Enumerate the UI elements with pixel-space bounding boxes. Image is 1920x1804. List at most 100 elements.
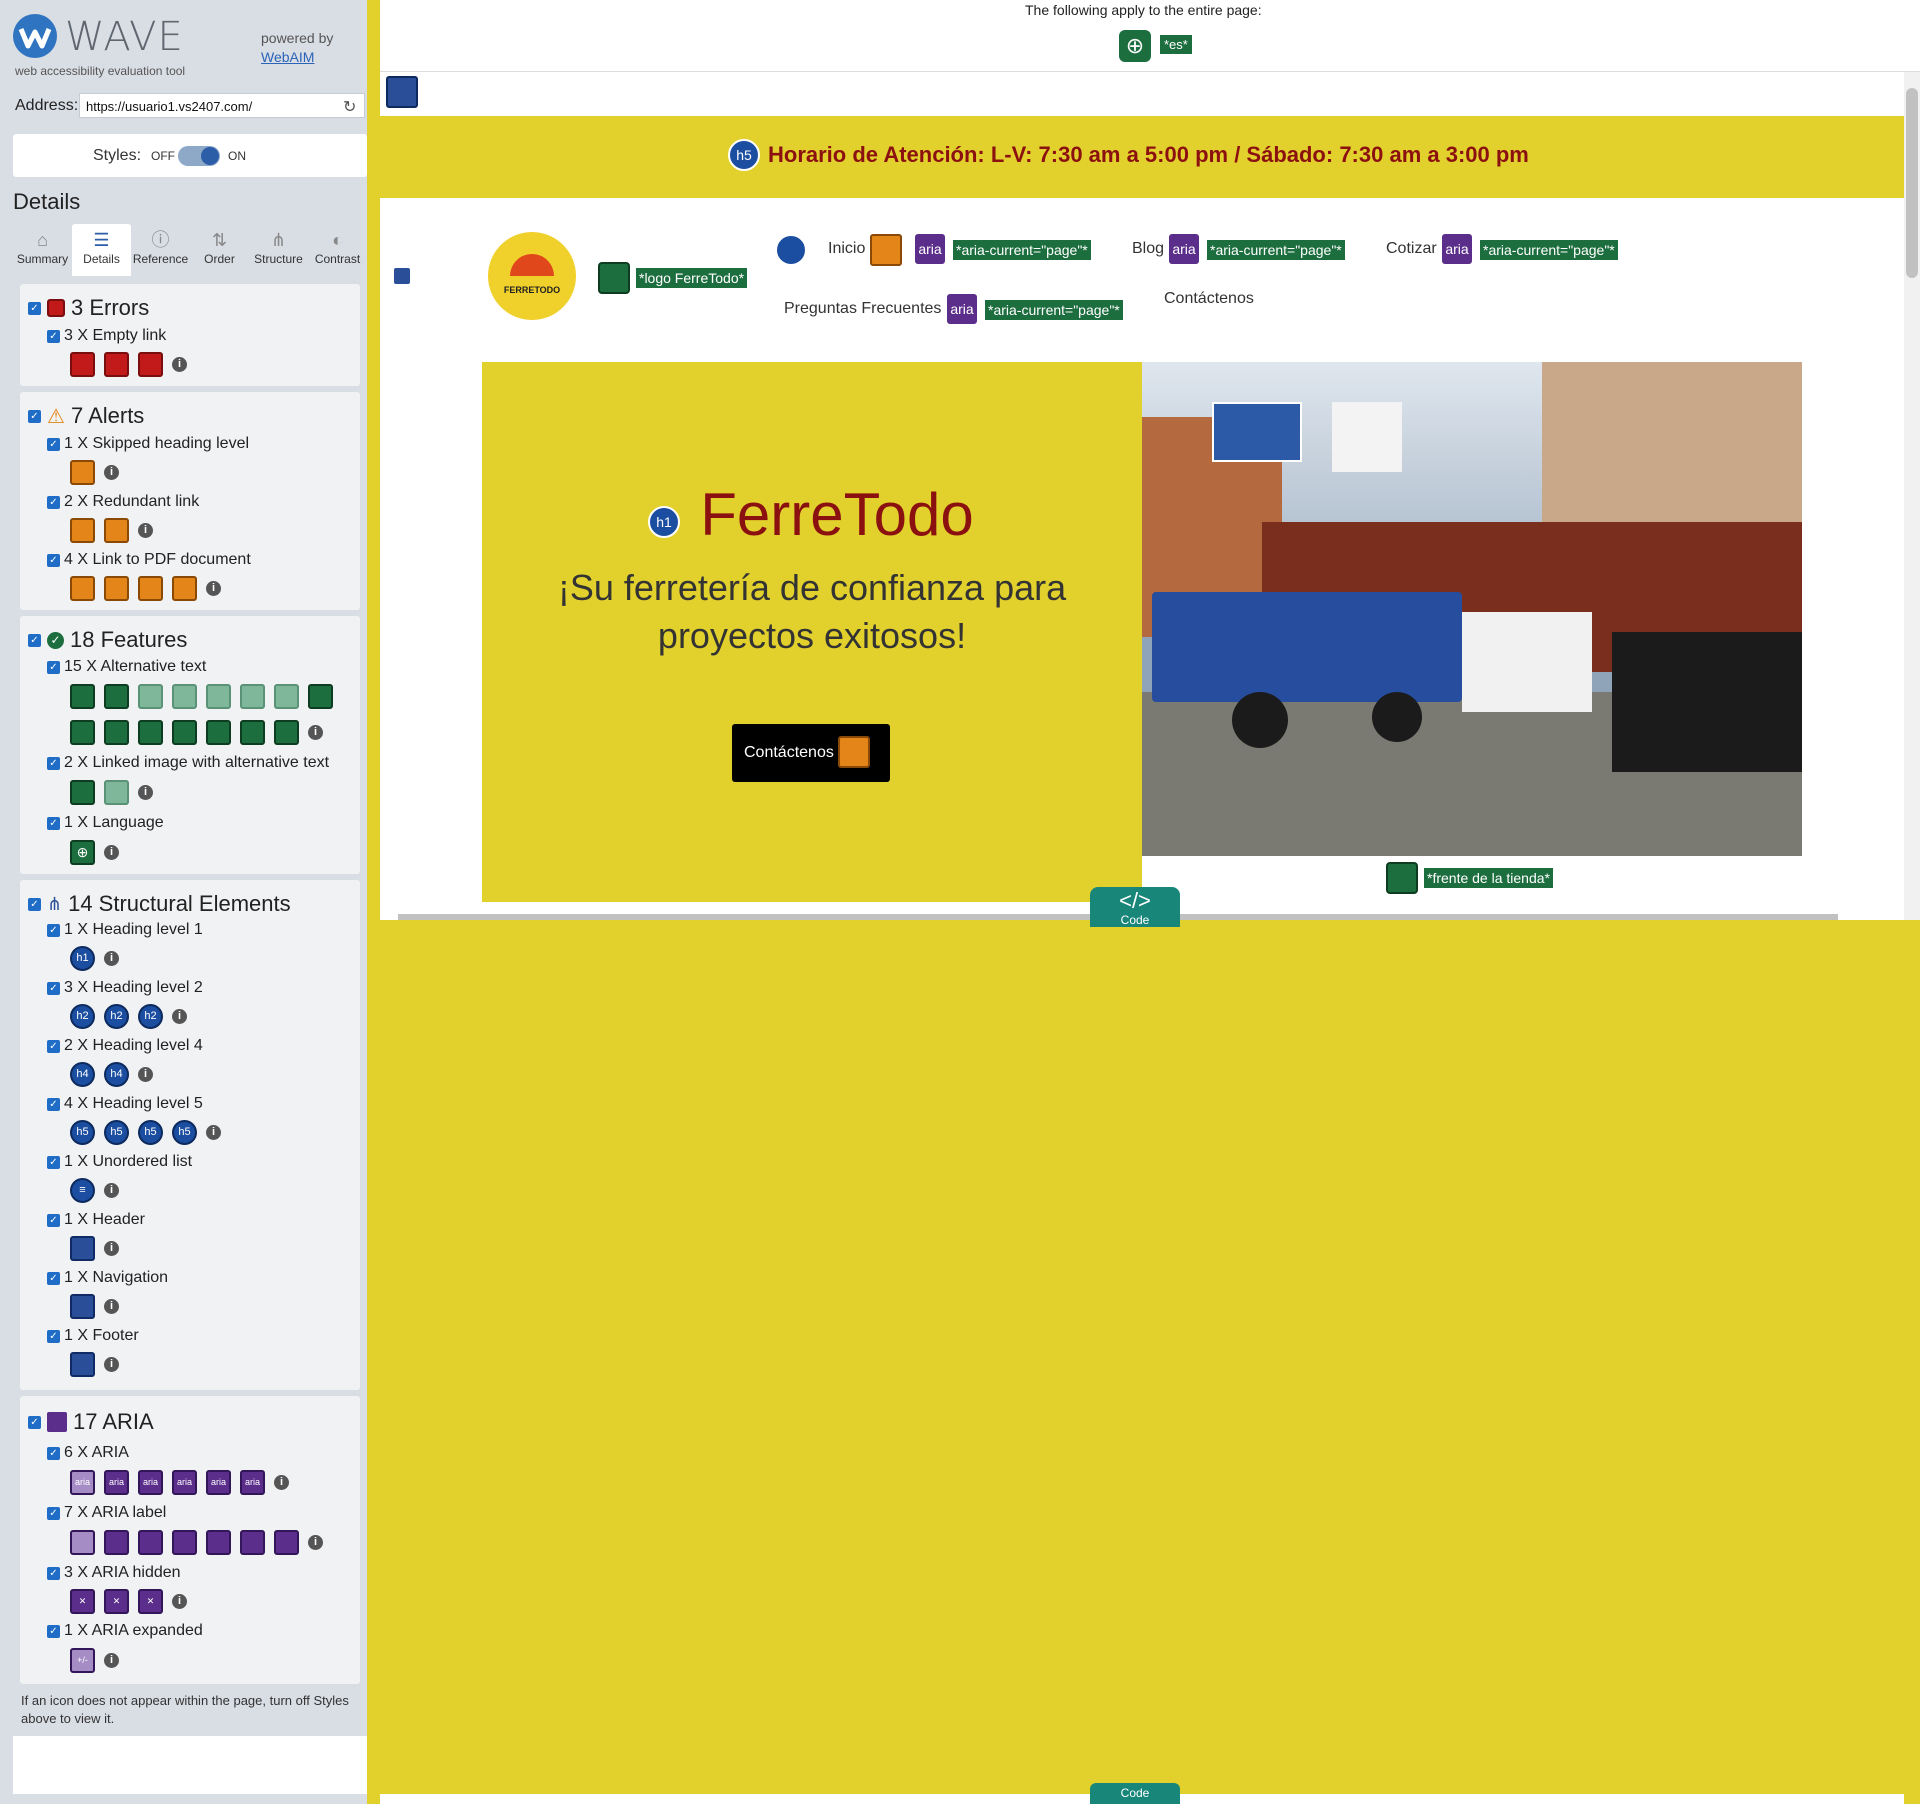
aria-icon[interactable]: aria [947,294,977,324]
aria-icon[interactable]: aria [104,1470,129,1495]
alt-text-icon[interactable] [138,684,163,709]
alt-text-icon[interactable] [104,684,129,709]
info-icon[interactable]: i [104,1183,119,1198]
nav-preguntas[interactable]: Preguntas Frecuentes [784,300,941,318]
pdf-link-icon[interactable] [70,576,95,601]
h4-checkbox[interactable]: ✓ [47,1039,60,1053]
heading-4-icon[interactable]: h4 [70,1062,95,1087]
heading-2-icon[interactable]: h2 [104,1004,129,1029]
aria-hidden-row[interactable]: ✓ 3 X ARIA hidden [47,1564,181,1582]
footer-checkbox[interactable]: ✓ [47,1329,60,1343]
pdf-link-icon[interactable] [138,576,163,601]
navigation-icon[interactable] [70,1294,95,1319]
linked-image-icon[interactable] [104,780,129,805]
structure-category[interactable]: ✓ ⋔ 14 Structural Elements [28,891,291,917]
site-logo[interactable]: FERRETODO [488,232,576,320]
header-icon[interactable] [70,1236,95,1261]
alt-text-icon[interactable] [70,720,95,745]
info-icon[interactable]: i [104,1299,119,1314]
tab-reference[interactable]: ⓘ Reference [131,224,190,276]
h1-row[interactable]: ✓ 1 X Heading level 1 [47,921,203,939]
header-row[interactable]: ✓ 1 X Header [47,1211,145,1229]
aria-label-icon[interactable] [274,1530,299,1555]
skipped-heading-checkbox[interactable]: ✓ [47,437,60,451]
errors-checkbox[interactable]: ✓ [28,301,41,315]
aria-row[interactable]: ✓ 6 X ARIA [47,1444,129,1462]
scrollbar-thumb[interactable] [1906,88,1918,278]
alt-text-icon[interactable] [308,684,333,709]
ul-row[interactable]: ✓ 1 X Unordered list [47,1153,192,1171]
skipped-heading-icon[interactable] [70,460,95,485]
globe-icon[interactable]: ⊕ [1119,30,1151,62]
aria-label-icon[interactable] [104,1530,129,1555]
aria-category[interactable]: ✓ 17 ARIA [28,1409,154,1435]
pdf-link-icon[interactable] [172,576,197,601]
info-icon[interactable]: i [104,1653,119,1668]
aria-icon[interactable]: aria [206,1470,231,1495]
info-icon[interactable]: i [172,1009,187,1024]
alerts-checkbox[interactable]: ✓ [28,409,41,423]
h2-checkbox[interactable]: ✓ [47,981,60,995]
language-row[interactable]: ✓ 1 X Language [47,814,164,832]
empty-link-row[interactable]: ✓ 3 X Empty link [47,327,166,345]
aria-label-icon[interactable] [138,1530,163,1555]
alt-text-icon[interactable] [240,720,265,745]
ul-checkbox[interactable]: ✓ [47,1155,60,1169]
info-icon[interactable]: i [104,845,119,860]
info-icon[interactable]: i [138,523,153,538]
aria-checkbox[interactable]: ✓ [28,1415,41,1429]
h5-row[interactable]: ✓ 4 X Heading level 5 [47,1095,203,1113]
heading-5-icon[interactable]: h5 [70,1120,95,1145]
alt-text-icon[interactable] [1386,862,1418,894]
redundant-link-icon[interactable] [838,736,870,768]
aria-label-row[interactable]: ✓ 7 X ARIA label [47,1504,166,1522]
alt-text-icon[interactable] [206,720,231,745]
unordered-list-icon[interactable]: ≡ [70,1178,95,1203]
info-icon[interactable]: i [104,465,119,480]
reload-icon[interactable]: ↻ [343,97,356,117]
alt-text-icon[interactable] [172,684,197,709]
linked-image-row[interactable]: ✓ 2 X Linked image with alternative text [47,754,329,772]
heading-5-icon[interactable]: h5 [172,1120,197,1145]
nav-cotizar[interactable]: Cotizar [1386,240,1437,258]
navigation-checkbox[interactable]: ✓ [47,1271,60,1285]
features-category[interactable]: ✓ ✓ 18 Features [28,627,187,653]
nav-inicio[interactable]: Inicio [828,240,865,258]
aria-hidden-checkbox[interactable]: ✓ [47,1566,60,1580]
footer-row[interactable]: ✓ 1 X Footer [47,1327,139,1345]
pdf-link-checkbox[interactable]: ✓ [47,553,60,567]
header-icon[interactable] [386,76,418,108]
h5-checkbox[interactable]: ✓ [47,1097,60,1111]
structure-checkbox[interactable]: ✓ [28,897,41,911]
tab-structure[interactable]: ⋔ Structure [249,224,308,276]
code-toggle-button-bottom[interactable]: Code [1090,1783,1180,1804]
aria-expanded-checkbox[interactable]: ✓ [47,1624,60,1638]
info-icon[interactable]: i [104,951,119,966]
alt-text-icon[interactable] [274,720,299,745]
aria-label-icon[interactable] [70,1530,95,1555]
navigation-row[interactable]: ✓ 1 X Navigation [47,1269,168,1287]
footer-icon[interactable] [70,1352,95,1377]
heading-2-icon[interactable]: h2 [138,1004,163,1029]
aria-icon[interactable]: aria [172,1470,197,1495]
info-icon[interactable]: i [104,1241,119,1256]
tab-summary[interactable]: ⌂ Summary [13,224,72,276]
code-toggle-button[interactable]: </> Code [1090,887,1180,927]
aria-expanded-row[interactable]: ✓ 1 X ARIA expanded [47,1622,203,1640]
heading-2-icon[interactable]: h2 [70,1004,95,1029]
alt-text-icon[interactable] [274,684,299,709]
aria-icon[interactable]: aria [70,1470,95,1495]
empty-link-checkbox[interactable]: ✓ [47,329,60,343]
alt-text-icon[interactable] [206,684,231,709]
heading-4-icon[interactable]: h4 [104,1062,129,1087]
info-icon[interactable]: i [172,357,187,372]
alt-text-icon[interactable] [172,720,197,745]
alt-text-icon[interactable] [240,684,265,709]
alt-text-icon[interactable] [138,720,163,745]
heading-5-icon[interactable]: h5 [728,139,760,171]
h2-row[interactable]: ✓ 3 X Heading level 2 [47,979,203,997]
header-checkbox[interactable]: ✓ [47,1213,60,1227]
aria-icon[interactable]: aria [138,1470,163,1495]
styles-toggle[interactable] [178,146,220,166]
tab-contrast[interactable]: ◐ Contrast [308,224,367,276]
